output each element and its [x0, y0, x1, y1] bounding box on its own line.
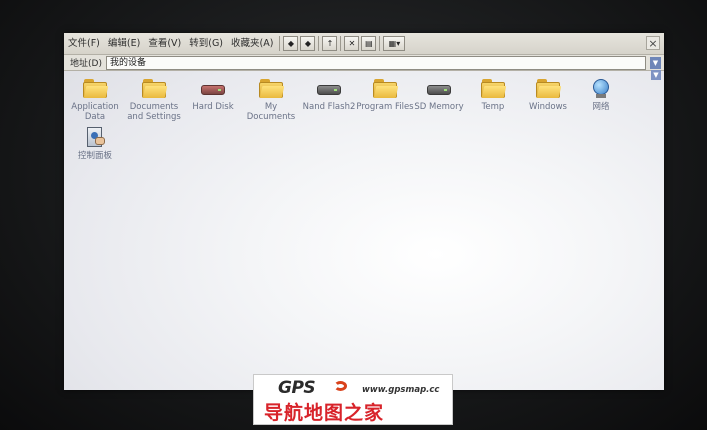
forward-icon[interactable]: ◆ [300, 36, 316, 51]
address-label: 地址(D) [70, 59, 102, 69]
properties-icon[interactable]: ▤ [361, 36, 377, 51]
delete-icon[interactable]: ✕ [344, 36, 360, 51]
file-label: Temp [481, 102, 505, 112]
menu-bar: 文件(F) 编辑(E) 查看(V) 转到(G) 收藏夹(A) ◆ ◆ ↑ ✕ ▤… [64, 33, 664, 55]
file-item-hard-disk[interactable]: Hard Disk [182, 77, 244, 112]
device-screen: 文件(F) 编辑(E) 查看(V) 转到(G) 收藏夹(A) ◆ ◆ ↑ ✕ ▤… [64, 33, 664, 390]
scroll-down-icon[interactable]: ▼ [651, 70, 661, 80]
network-icon [588, 77, 614, 99]
flash-drive-icon [316, 77, 342, 99]
views-icon[interactable]: ▦▾ [383, 36, 406, 51]
watermark-arrow-icon [334, 381, 347, 391]
file-item-sd-memory[interactable]: SD Memory [408, 77, 470, 112]
file-list: Application Data Documents and Settings … [64, 71, 664, 390]
watermark: GPS www.gpsmap.cc 导航地图之家 [253, 374, 453, 425]
file-label: SD Memory [414, 102, 464, 112]
menu-file[interactable]: 文件(F) [64, 33, 104, 54]
file-label: 网络 [592, 102, 610, 112]
file-item-program-files[interactable]: Program Files [354, 77, 416, 112]
address-bar: 地址(D) 我的设备 ▼ [64, 55, 664, 71]
control-panel-icon [82, 126, 108, 148]
folder-icon [535, 77, 562, 99]
menu-view[interactable]: 查看(V) [144, 33, 185, 54]
menu-go[interactable]: 转到(G) [185, 33, 227, 54]
back-icon[interactable]: ◆ [283, 36, 299, 51]
watermark-site-name: 导航地图之家 [264, 402, 385, 424]
toolbar-separator [318, 36, 320, 51]
folder-icon [258, 77, 285, 99]
file-item-temp[interactable]: Temp [462, 77, 524, 112]
toolbar-separator [379, 36, 381, 51]
close-button[interactable]: × [646, 36, 660, 50]
file-label: 控制面板 [77, 151, 112, 161]
file-label: Hard Disk [192, 102, 234, 112]
toolbar-separator [340, 36, 342, 51]
folder-icon [372, 77, 399, 99]
watermark-url: www.gpsmap.cc [362, 385, 440, 395]
chevron-down-icon[interactable]: ▼ [650, 56, 661, 69]
folder-icon [480, 77, 507, 99]
file-item-documents-and-settings[interactable]: Documents and Settings [123, 77, 185, 122]
folder-icon [141, 77, 168, 99]
toolbar-separator [279, 36, 281, 51]
file-label: Nand Flash2 [302, 102, 356, 112]
address-input[interactable]: 我的设备 [105, 55, 646, 70]
file-label: My Documents [246, 102, 296, 122]
watermark-logo: GPS [278, 378, 316, 398]
storage-card-icon [426, 77, 452, 99]
folder-icon [82, 77, 109, 99]
up-folder-icon[interactable]: ↑ [322, 36, 338, 51]
file-item-application-data[interactable]: Application Data [64, 77, 126, 122]
hard-disk-icon [200, 77, 226, 99]
menu-edit[interactable]: 编辑(E) [104, 33, 144, 54]
file-item-control-panel[interactable]: 控制面板 [64, 126, 126, 161]
menu-favorites[interactable]: 收藏夹(A) [227, 33, 277, 54]
file-item-nand-flash2[interactable]: Nand Flash2 [298, 77, 360, 112]
file-item-network[interactable]: 网络 [570, 77, 632, 112]
file-label: Documents and Settings [127, 102, 181, 122]
file-item-my-documents[interactable]: My Documents [240, 77, 302, 122]
file-label: Program Files [356, 102, 414, 112]
file-label: Application Data [71, 102, 119, 122]
